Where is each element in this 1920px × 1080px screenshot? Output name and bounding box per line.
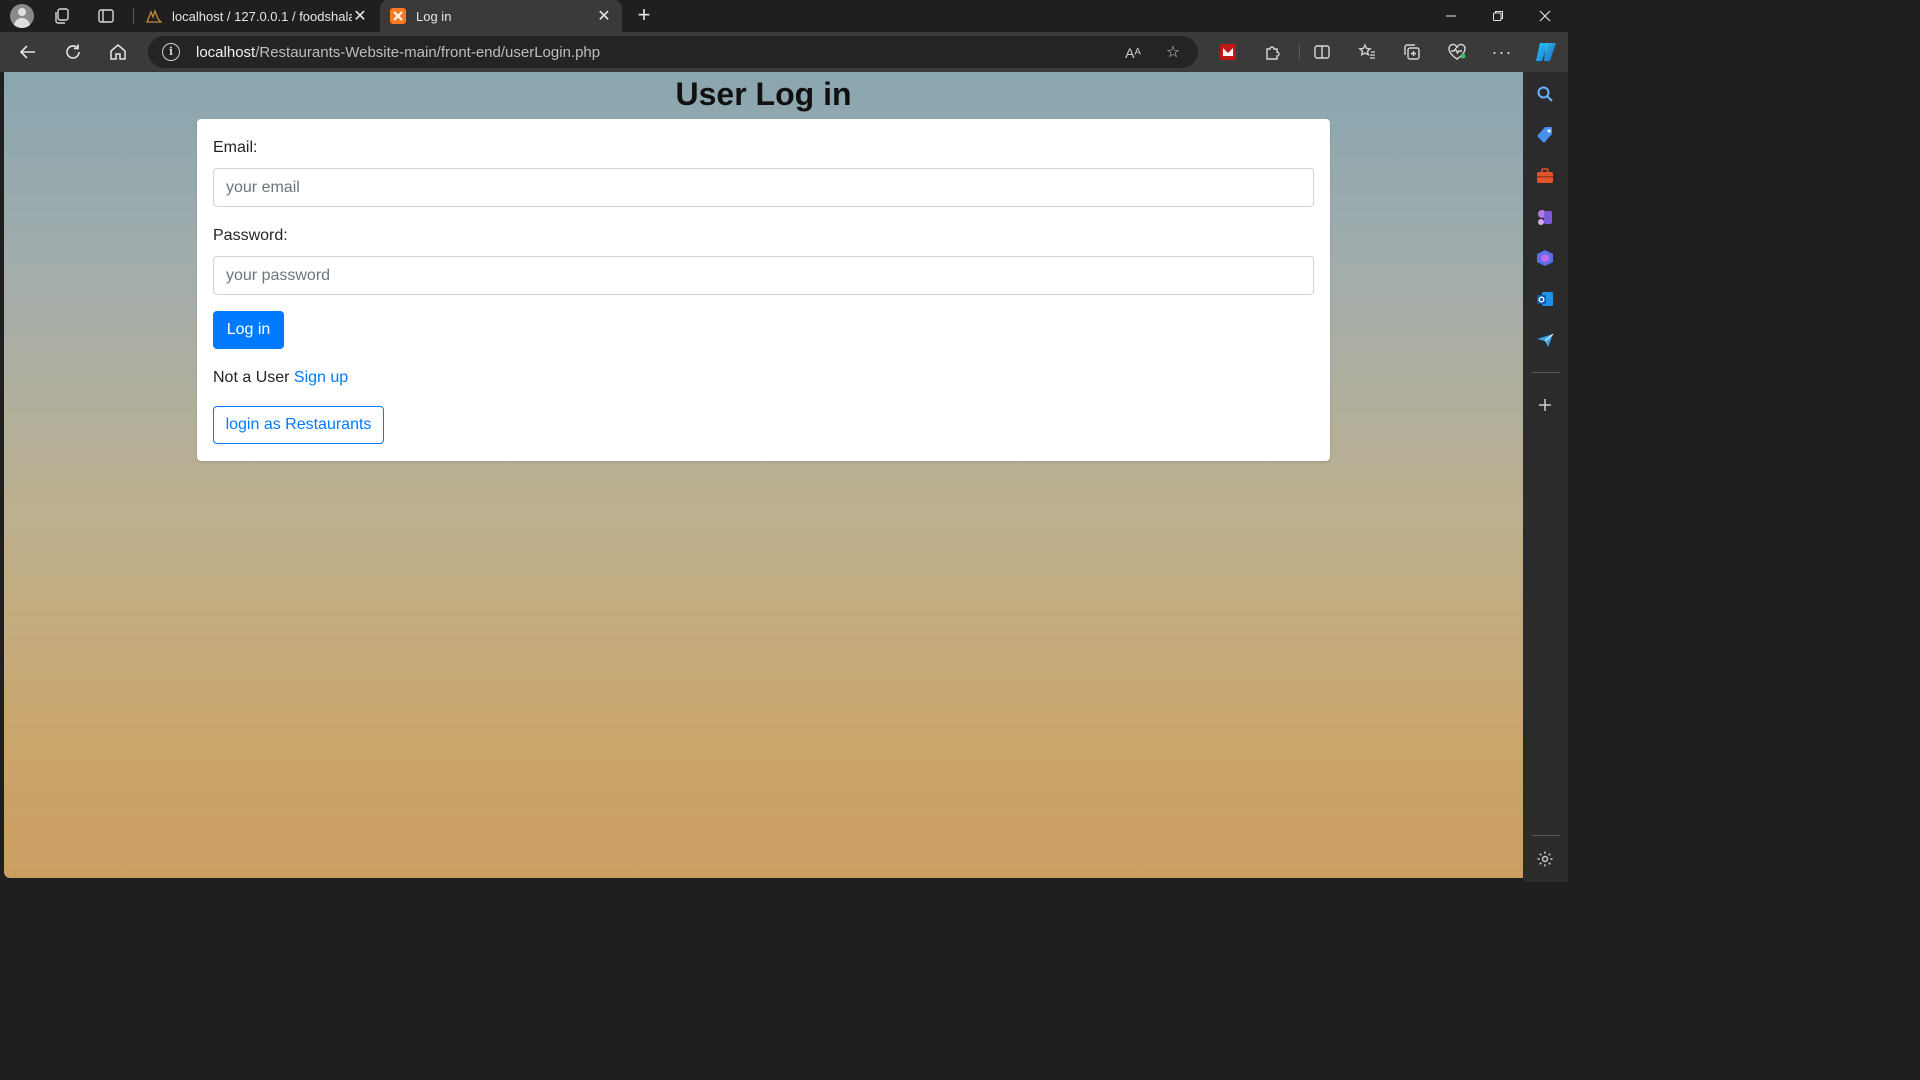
close-icon[interactable]: ✕ (596, 6, 612, 26)
url-host: localhost (196, 43, 256, 61)
extensions-icon[interactable] (1263, 42, 1283, 62)
favorites-icon[interactable] (1357, 42, 1377, 62)
login-as-restaurants-button[interactable]: login as Restaurants (213, 406, 384, 444)
login-form-card: Email: Password: Log in Not a User Sign … (197, 119, 1330, 461)
split-screen-icon[interactable] (1312, 42, 1332, 62)
xampp-icon (390, 8, 406, 24)
address-bar[interactable]: i localhost/Restaurants-Website-main/fro… (148, 36, 1198, 68)
sign-up-link[interactable]: Sign up (294, 369, 348, 386)
log-in-button[interactable]: Log in (213, 311, 284, 349)
read-aloud-icon[interactable]: Aᴬ (1124, 44, 1142, 62)
signup-prompt-line: Not a User Sign up (213, 369, 348, 387)
shopping-tag-icon[interactable] (1535, 125, 1555, 145)
back-arrow-icon (19, 45, 35, 59)
profile-button[interactable] (0, 0, 44, 32)
page-viewport: User Log in Email: Password: Log in Not … (4, 72, 1523, 878)
tab-log-in[interactable]: Log in ✕ (380, 0, 622, 32)
signup-prompt-text: Not a User (213, 369, 290, 386)
site-info-icon[interactable]: i (162, 43, 180, 61)
favorite-star-icon[interactable]: ☆ (1164, 44, 1182, 62)
back-button[interactable] (12, 36, 44, 68)
send-icon[interactable] (1535, 330, 1555, 350)
refresh-icon (66, 44, 80, 59)
copilot-icon[interactable] (1534, 40, 1558, 64)
mcafee-extension-icon[interactable] (1218, 42, 1238, 62)
add-icon[interactable] (1535, 395, 1555, 415)
close-window-icon[interactable] (1521, 0, 1568, 32)
toolbar-divider (1299, 44, 1300, 60)
phpmyadmin-icon (146, 9, 162, 23)
games-icon[interactable] (1535, 207, 1555, 227)
edge-sidebar (1523, 72, 1568, 882)
outlook-icon[interactable] (1535, 289, 1555, 309)
settings-gear-icon[interactable] (1535, 849, 1555, 869)
minimize-icon[interactable] (1427, 0, 1474, 32)
home-icon (110, 44, 126, 60)
tab-separator (133, 8, 134, 24)
collections-icon[interactable] (1402, 42, 1422, 62)
sidebar-divider (1531, 835, 1560, 836)
browser-essentials-icon[interactable] (1447, 42, 1467, 62)
page-title: User Log in (675, 76, 852, 112)
url-text[interactable]: localhost/Restaurants-Website-main/front… (196, 44, 600, 61)
tab-actions-icon (98, 9, 114, 23)
tab-phpmyadmin[interactable]: localhost / 127.0.0.1 / foodshala ✕ (136, 0, 378, 32)
tab-label: localhost / 127.0.0.1 / foodshala (172, 8, 352, 24)
tab-strip: localhost / 127.0.0.1 / foodshala ✕ Log … (0, 0, 1568, 32)
url-path: /Restaurants-Website-main/front-end/user… (255, 43, 601, 61)
more-options-icon[interactable]: ··· (1492, 42, 1512, 62)
email-label: Email: (213, 139, 258, 156)
workspaces-button[interactable] (40, 0, 84, 32)
close-icon[interactable]: ✕ (352, 6, 368, 26)
avatar-icon (10, 4, 34, 28)
vertical-tabs-button[interactable] (84, 0, 128, 32)
refresh-button[interactable] (57, 36, 89, 68)
password-field[interactable] (213, 256, 1314, 295)
password-label: Password: (213, 227, 288, 244)
sidebar-divider (1531, 372, 1560, 373)
tab-label: Log in (416, 8, 452, 24)
tools-briefcase-icon[interactable] (1535, 166, 1555, 186)
workspaces-icon (55, 8, 69, 24)
email-field[interactable] (213, 168, 1314, 207)
home-button[interactable] (102, 36, 134, 68)
restore-icon[interactable] (1474, 0, 1521, 32)
browser-toolbar: i localhost/Restaurants-Website-main/fro… (0, 32, 1568, 72)
window-controls (1427, 0, 1568, 32)
new-tab-button[interactable]: + (632, 4, 656, 28)
search-icon[interactable] (1535, 84, 1555, 104)
copilot-sidebar-icon[interactable] (1535, 248, 1555, 268)
